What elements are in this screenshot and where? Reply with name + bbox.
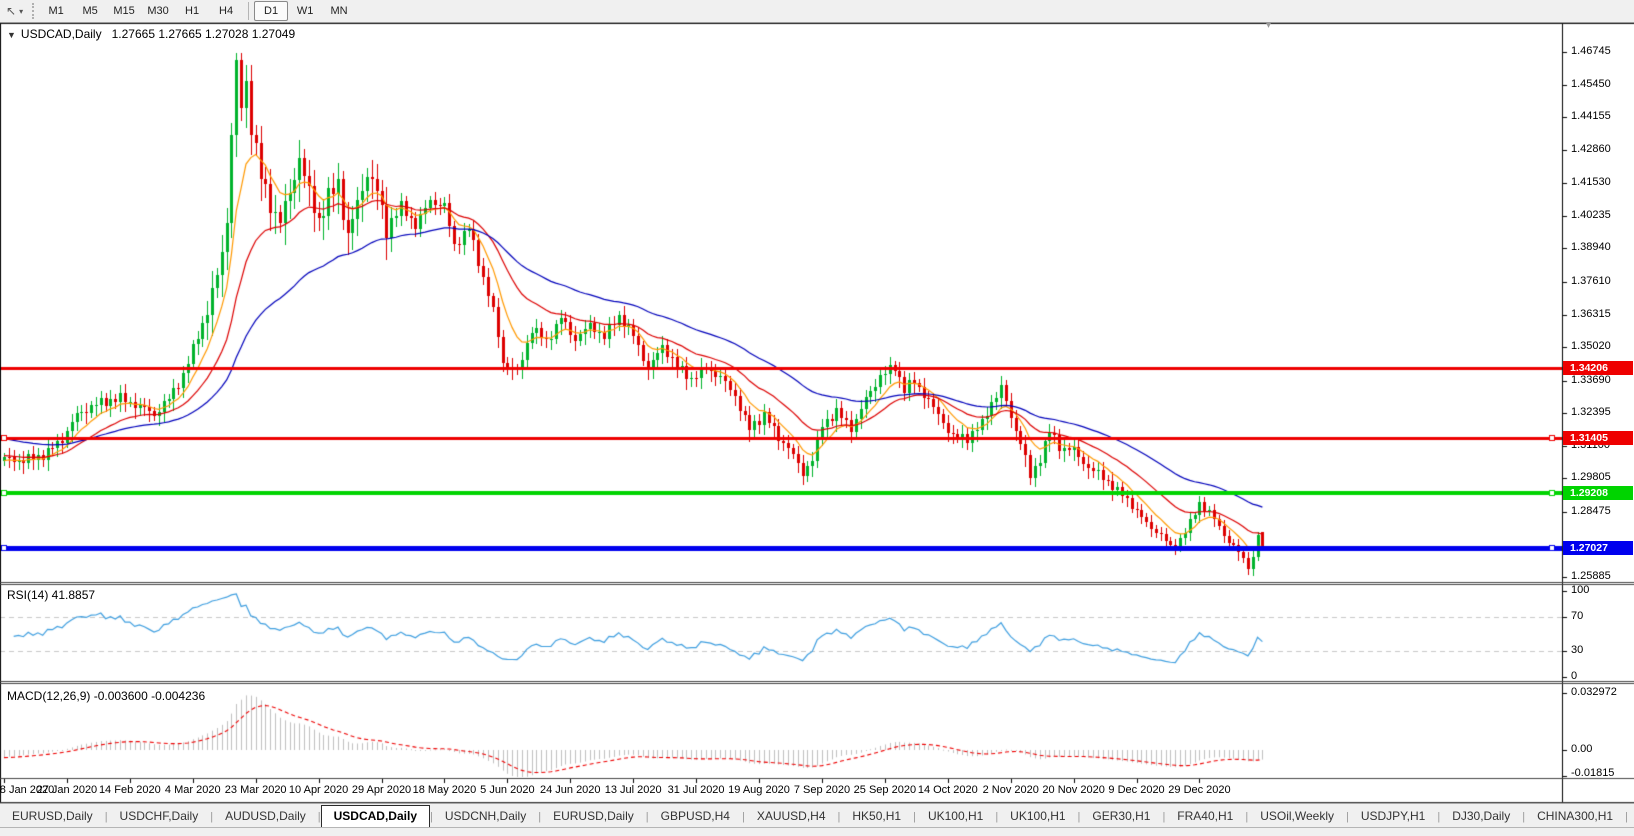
date-axis-label: 5 Jun 2020 [480,784,535,796]
chart-tab-usdchf-daily[interactable]: USDCHF,Daily [108,807,211,826]
chart-tab-china300-h1[interactable]: CHINA300,H1 [1525,807,1625,826]
chart-tab-usoil-weekly[interactable]: USOil,Weekly [1248,807,1346,826]
chart-tab-eurusd-daily[interactable]: EURUSD,Daily [541,807,646,826]
price-axis-tick: 1.36315 [1571,307,1611,320]
price-axis-tick: 1.37610 [1571,274,1611,287]
chart-tab-dj30-daily[interactable]: DJ30,Daily [1440,807,1522,826]
chart-tab-ger30-h1[interactable]: GER30,H1 [1080,807,1162,826]
date-axis-label: 27 Jan 2020 [36,784,98,796]
rsi-axis-tick: 100 [1571,584,1590,596]
price-axis-tick: 1.41530 [1571,176,1611,189]
date-axis-label: 31 Jul 2020 [667,784,725,796]
price-axis-tick: 1.42860 [1571,142,1611,155]
rsi-axis-tick: 30 [1571,644,1584,657]
chart-tab-bar: EURUSD,Daily | USDCHF,Daily | AUDUSD,Daily | U… [0,803,1634,828]
date-axis-label: 2 Nov 2020 [982,784,1039,796]
timeframe-button-m5[interactable]: M5 [73,1,107,21]
price-axis-tick: 1.45450 [1571,77,1611,90]
price-axis-tick: 1.38940 [1571,241,1611,254]
date-axis-label: 14 Oct 2020 [917,784,978,796]
date-axis-label: 13 Jul 2020 [604,784,662,796]
rsi-axis-tick: 0 [1571,670,1578,682]
price-axis-tick: 1.33690 [1571,373,1611,386]
date-axis-label: 24 Jun 2020 [539,784,601,796]
symbol-period-label: USDCAD,Daily [20,27,102,41]
timeframe-buttons: M1 M5 M15 M30 H1 H4 D1 W1 MN [39,1,356,21]
chart-tab-usdcnh-daily[interactable]: USDCNH,Daily [433,807,538,826]
chart-tab-eurusd-daily[interactable]: EURUSD,Daily [0,807,105,826]
date-axis-label: 18 May 2020 [412,784,477,796]
price-axis-tick: 1.28475 [1571,504,1611,517]
date-axis-label: 20 Nov 2020 [1042,784,1105,796]
price-axis-tick: 1.25885 [1571,570,1611,582]
timeframe-button-m15[interactable]: M15 [107,1,141,21]
timeframe-button-d1[interactable]: D1 [254,1,289,21]
price-line-badge[interactable]: 1.29208 [1563,486,1633,501]
cursor-tool-button[interactable]: ↖ ▾ [2,1,27,21]
timeframe-button-m30[interactable]: M30 [141,1,175,21]
date-axis-label: 25 Sep 2020 [853,784,917,796]
chart-tab-xauusd-h4[interactable]: XAUUSD,H4 [745,807,838,826]
cursor-icon: ↖ [6,4,17,18]
timeframe-button-h4[interactable]: H4 [209,1,243,21]
chart-canvas[interactable] [0,0,1634,836]
date-axis-label: 10 Apr 2020 [288,784,349,796]
price-axis-tick: 1.32395 [1571,406,1611,419]
date-axis-label: 4 Mar 2020 [164,784,221,796]
price-axis-tick: 1.46745 [1571,45,1611,57]
chart-tab-audusd-daily[interactable]: AUDUSD,Daily [213,807,318,826]
chevron-down-icon: ▾ [19,6,24,16]
timeframe-button-m1[interactable]: M1 [39,1,73,21]
price-axis-tick: 1.35020 [1571,340,1611,353]
chart-tab-usdjpy-h1[interactable]: USDJPY,H1 [1349,807,1437,826]
price-line-badge[interactable]: 1.34206 [1563,360,1633,375]
chart-tab-usdcad-daily[interactable]: USDCAD,Daily [320,805,430,827]
price-axis-tick: 1.44155 [1571,110,1611,123]
collapse-triangle-icon[interactable]: ▼ [7,30,16,40]
chart-tab-gbpusd-h4[interactable]: GBPUSD,H4 [649,807,742,826]
macd-axis-tick: -0.01815 [1571,767,1615,779]
timeframe-button-h1[interactable]: H1 [175,1,209,21]
price-axis-tick: 1.29805 [1571,471,1611,484]
chart-tab-uk100-h1[interactable]: UK100,H1 [998,807,1077,826]
macd-indicator-label: MACD(12,26,9) -0.003600 -0.004236 [7,689,206,703]
chart-title: ▼ USDCAD,Daily 1.27665 1.27665 1.27028 1.2… [7,27,295,41]
chart-tab-usoil[interactable]: USOil, [1628,807,1634,826]
rsi-axis-tick: 70 [1571,609,1584,622]
macd-axis-tick: 0.00 [1571,743,1593,755]
timeframe-toolbar: ↖ ▾ M1 M5 M15 M30 H1 H4 D1 W1 MN [0,0,1634,23]
scroll-position-marker-icon[interactable]: ▾ [1266,21,1271,31]
date-axis-label: 29 Dec 2020 [1168,784,1231,796]
date-axis-label: 19 Aug 2020 [728,784,790,796]
date-axis-label: 14 Feb 2020 [98,784,161,796]
rsi-indicator-label: RSI(14) 41.8857 [7,588,96,602]
timeframe-button-w1[interactable]: W1 [288,1,322,21]
price-line-badge[interactable]: 1.27027 [1563,541,1633,556]
chart-tab-hk50-h1[interactable]: HK50,H1 [840,807,913,826]
date-axis-label: 9 Dec 2020 [1108,784,1165,796]
toolbar-grip [32,3,35,19]
chart-tab-uk100-h1[interactable]: UK100,H1 [916,807,995,826]
toolbar-separator [248,2,250,20]
price-line-badge[interactable]: 1.31405 [1563,431,1633,446]
macd-axis-tick: 0.032972 [1571,685,1617,698]
date-axis-label: 29 Apr 2020 [351,784,412,796]
chart-tab-fra40-h1[interactable]: FRA40,H1 [1165,807,1245,826]
price-axis-tick: 1.40235 [1571,208,1611,221]
date-axis-label: 7 Sep 2020 [793,784,851,796]
ohlc-quote: 1.27665 1.27665 1.27028 1.27049 [111,27,296,41]
timeframe-button-mn[interactable]: MN [322,1,356,21]
date-axis-label: 23 Mar 2020 [224,784,287,796]
